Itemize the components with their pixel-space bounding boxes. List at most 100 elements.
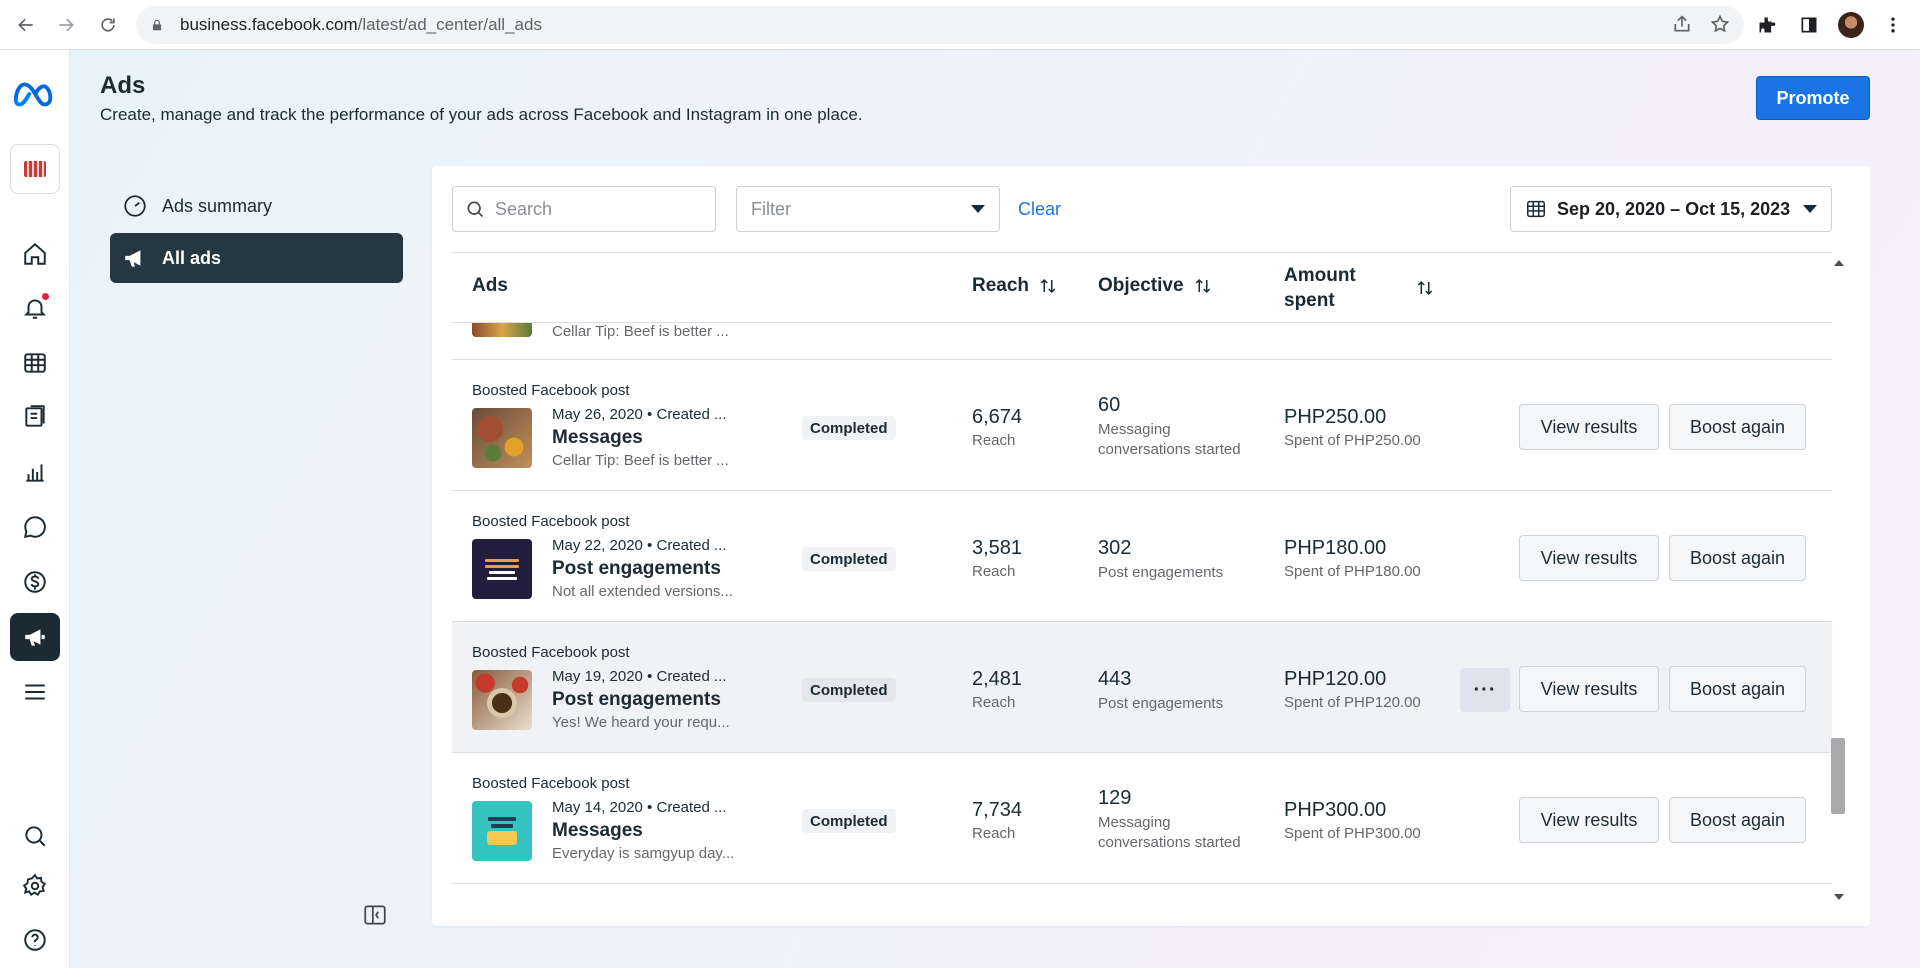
ads-megaphone-icon[interactable] [10,613,60,661]
gauge-icon [124,195,146,217]
scrollbar-thumb[interactable] [1831,738,1845,814]
ad-thumbnail [472,539,532,599]
reach-label: Reach [972,432,1016,449]
boost-again-button[interactable]: Boost again [1669,535,1806,581]
sidebar-item-ads-summary[interactable]: Ads summary [110,181,403,231]
ad-date: May 26, 2020 • Created ... [552,406,727,423]
amount-spent-label: Spent of PHP300.00 [1284,825,1421,842]
ad-date: May 14, 2020 • Created ... [552,799,727,816]
status-badge: Completed [802,809,896,833]
chevron-down-icon [971,205,985,213]
ad-title[interactable]: Post engagements [552,558,721,580]
ads-table: Ads Reach Objective Amount spent Cellar T… [452,252,1832,908]
sort-icon[interactable] [1039,277,1057,295]
table-row[interactable]: Boosted Facebook post May 22, 2020 • Cre… [452,491,1832,622]
extensions-icon[interactable] [1752,10,1782,40]
ad-subtitle: Not all extended versions... [552,583,733,600]
date-range-picker[interactable]: Sep 20, 2020 – Oct 15, 2023 [1510,186,1832,232]
reload-icon[interactable] [90,7,126,43]
star-icon[interactable] [1710,14,1730,34]
share-icon[interactable] [1672,14,1692,34]
filter-dropdown[interactable]: Filter [736,186,1000,232]
insights-bar-chart-icon[interactable] [10,448,60,496]
reach-label: Reach [972,694,1016,711]
table-row[interactable]: Boosted Facebook post May 19, 2020 • Cre… [452,622,1832,753]
search-icon [467,201,484,218]
search-field[interactable] [452,186,716,232]
browser-toolbar: business.facebook.com/latest/ad_center/a… [0,0,1920,50]
meta-logo-icon[interactable] [12,78,58,108]
collapse-sidebar-icon[interactable] [362,902,388,928]
ad-type: Boosted Facebook post [472,382,630,399]
objective-value: 302 [1098,537,1132,559]
view-results-button[interactable]: View results [1519,666,1659,712]
sidepanel-icon[interactable] [1794,10,1824,40]
menu-hamburger-icon[interactable] [10,668,60,716]
forward-icon[interactable] [48,7,84,43]
boost-again-button[interactable]: Boost again [1669,797,1806,843]
ad-title[interactable]: Messages [552,427,643,449]
ad-title[interactable]: Messages [552,820,643,842]
ad-subtitle: Everyday is samgyup day... [552,845,735,862]
date-range-label: Sep 20, 2020 – Oct 15, 2023 [1557,198,1791,219]
table-row[interactable]: Cellar Tip: Beef is better ... [452,323,1832,360]
help-question-icon[interactable] [10,916,60,964]
address-bar[interactable]: business.facebook.com/latest/ad_center/a… [136,6,1744,44]
sidebar-item-all-ads[interactable]: All ads [110,233,403,283]
ad-thumbnail [472,408,532,468]
ad-title[interactable]: Post engagements [552,689,721,711]
scroll-up-arrow-icon[interactable] [1834,260,1844,266]
settings-gear-icon[interactable] [10,862,60,910]
column-header-objective[interactable]: Objective [1098,275,1212,297]
ad-thumbnail [472,801,532,861]
boost-again-button[interactable]: Boost again [1669,404,1806,450]
table-scrollbar[interactable] [1830,252,1846,908]
ad-thumbnail [472,323,532,337]
more-options-button[interactable]: ··· [1460,668,1510,712]
table-grid-icon[interactable] [10,339,60,387]
ad-thumbnail [472,670,532,730]
profile-avatar[interactable] [1836,10,1866,40]
sort-icon[interactable] [1416,279,1434,297]
amount-header-line1: Amount [1284,265,1356,286]
status-badge: Completed [802,547,896,571]
search-icon[interactable] [10,812,60,860]
left-rail [0,50,70,968]
business-page-avatar[interactable] [10,144,60,194]
view-results-button[interactable]: View results [1519,797,1659,843]
dollar-circle-icon[interactable] [10,558,60,606]
amount-spent-value: PHP120.00 [1284,668,1387,690]
page-title: Ads [100,72,146,99]
table-row[interactable]: Boosted Facebook post May 26, 2020 • Cre… [452,360,1832,491]
table-header: Ads Reach Objective Amount spent [452,253,1832,323]
view-results-button[interactable]: View results [1519,535,1659,581]
column-header-reach[interactable]: Reach [972,275,1057,297]
chat-bubble-icon[interactable] [10,503,60,551]
home-icon[interactable] [10,230,60,278]
content-pages-icon[interactable] [10,393,60,441]
amount-spent-value: PHP180.00 [1284,537,1387,559]
view-results-button[interactable]: View results [1519,404,1659,450]
amount-spent-label: Spent of PHP250.00 [1284,432,1421,449]
search-input[interactable] [495,198,695,220]
status-badge: Completed [802,678,896,702]
table-row[interactable]: Boosted Facebook post May 14, 2020 • Cre… [452,753,1832,884]
promote-button[interactable]: Promote [1756,76,1870,120]
boost-again-button[interactable]: Boost again [1669,666,1806,712]
back-icon[interactable] [8,7,44,43]
ad-subtitle: Cellar Tip: Beef is better ... [552,323,729,340]
column-header-amount-spent[interactable]: Amount spent [1284,263,1434,313]
ad-type: Boosted Facebook post [472,513,630,530]
chevron-down-icon [1803,205,1817,213]
clear-filters-link[interactable]: Clear [1018,199,1061,220]
notifications-bell-icon[interactable] [10,284,60,332]
column-header-label: Amount spent [1284,263,1356,313]
kebab-menu-icon[interactable] [1878,10,1908,40]
url-host: business.facebook.com [180,15,358,34]
objective-value: 443 [1098,668,1132,690]
reach-value: 2,481 [972,668,1023,690]
ad-subtitle: Cellar Tip: Beef is better ... [552,452,729,469]
sort-icon[interactable] [1194,277,1212,295]
scroll-down-arrow-icon[interactable] [1834,894,1844,900]
sidebar-item-label: All ads [162,247,222,268]
